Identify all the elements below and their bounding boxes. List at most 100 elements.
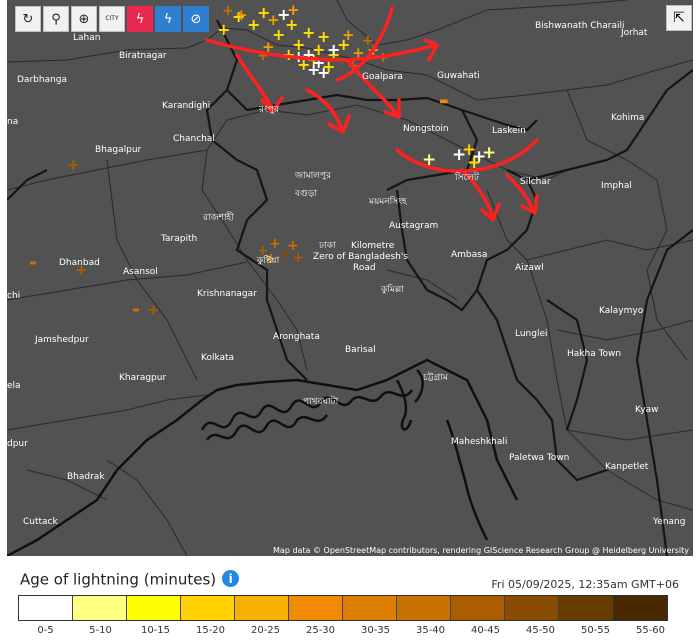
lightning-map[interactable]: + + + + + + + + + + + + + + + + + + + + + + + + + + + + + + + +…: [7, 0, 693, 556]
place-guwahati: Guwahati: [437, 71, 480, 81]
svg-text:▬: ▬: [132, 305, 140, 314]
legend-label-20-25: 20-25: [250, 625, 281, 636]
legend-swatch-45-50: [505, 596, 559, 620]
svg-text:+: +: [235, 6, 248, 24]
svg-text:+: +: [267, 11, 280, 29]
legend-swatch-0-5: [19, 596, 73, 620]
place-asansol: Asansol: [123, 267, 158, 277]
place-comilla: কুমিল্লা: [380, 284, 404, 295]
svg-text:+: +: [342, 26, 355, 44]
legend-title-text: Age of lightning (minutes): [20, 570, 217, 589]
place-laskein: Laskein: [492, 126, 526, 136]
legend-label-10-15: 10-15: [140, 625, 171, 636]
svg-text:+: +: [317, 63, 330, 82]
locate-button[interactable]: ⚲: [43, 6, 69, 32]
place-ambasa: Ambasa: [451, 250, 487, 260]
place-dpur: dpur: [7, 439, 28, 449]
legend-swatch-25-30: [289, 596, 343, 620]
svg-text:+: +: [327, 40, 340, 59]
timestamp: Fri 05/09/2025, 12:35am GMT+06: [491, 578, 679, 591]
legend-swatch-35-40: [397, 596, 451, 620]
place-goalpara: Goalpara: [362, 72, 403, 82]
place-chanchal: Chanchal: [173, 134, 215, 144]
share-icon: ⇱: [673, 10, 685, 26]
place-biratnagar: Biratnagar: [119, 51, 167, 61]
legend-swatch-5-10: [73, 596, 127, 620]
city-label: CITY: [105, 15, 119, 22]
place-dhanbad: Dhanbad: [59, 258, 100, 268]
svg-text:+: +: [217, 20, 230, 39]
place-krishnanagar: Krishnanagar: [197, 289, 257, 299]
place-paletwa: Paletwa Town: [509, 453, 569, 463]
place-na: na: [7, 117, 18, 127]
svg-text:▬: ▬: [439, 96, 448, 107]
share-button[interactable]: ⇱: [666, 5, 692, 31]
legend-label-0-5: 0-5: [37, 625, 54, 636]
place-sylhet: সিলেট: [454, 171, 480, 183]
place-tarapith: Tarapith: [160, 234, 197, 244]
place-rajshahi: রাজশাহী: [202, 211, 234, 223]
svg-text:+: +: [287, 1, 300, 19]
place-ela: ela: [7, 381, 21, 391]
place-karandighi: Karandighi: [162, 101, 210, 111]
place-lunglei: Lunglei: [515, 329, 548, 339]
legend-swatch-30-35: [343, 596, 397, 620]
place-chi: chi: [7, 291, 20, 301]
place-darbhanga: Darbhanga: [17, 75, 67, 85]
map-pin-icon: ⚲: [51, 11, 61, 27]
place-cuttack: Cuttack: [23, 517, 59, 527]
legend-title: Age of lightning (minutes) i: [20, 570, 240, 589]
magnifier-icon: ⊕: [78, 11, 90, 27]
map-toolbar: ↻ ⚲ ⊕ CITY ϟ ϟ ⊘: [15, 6, 209, 32]
place-bhadrak: Bhadrak: [67, 472, 105, 482]
place-aronghata: Aronghata: [273, 332, 320, 342]
map-canvas: ++ ++ ++++ ++++ + +++ ++++ +++ + +++ +++ ++…: [7, 0, 693, 556]
legend-swatch-10-15: [127, 596, 181, 620]
place-zero-3: Road: [353, 263, 376, 273]
legend-swatch-55-60: [613, 596, 667, 620]
svg-text:+: +: [482, 143, 496, 163]
place-dhaka: ঢাকা: [318, 241, 336, 251]
legend-swatch-40-45: [451, 596, 505, 620]
legend-label-5-10: 5-10: [89, 625, 112, 636]
place-kalaymyo: Kalaymyo: [599, 306, 644, 316]
refresh-icon: ↻: [22, 11, 34, 27]
place-zero-2: Zero of Bangladesh's: [313, 252, 408, 262]
place-bogura: বগুড়া: [294, 189, 317, 199]
strike-icon: ϟ: [163, 11, 173, 27]
city-toggle-button[interactable]: CITY: [99, 6, 125, 32]
zoom-button[interactable]: ⊕: [71, 6, 97, 32]
legend-label-55-60: 55-60: [635, 625, 666, 636]
refresh-button[interactable]: ↻: [15, 6, 41, 32]
place-kohima: Kohima: [611, 113, 644, 123]
svg-text:+: +: [67, 156, 80, 174]
age-scale-labels: 0-5 5-10 10-15 15-20 20-25 25-30 30-35 35-40 40-…: [18, 625, 678, 636]
legend-label-30-35: 30-35: [360, 625, 391, 636]
satellite-icon: ⊘: [190, 11, 202, 27]
place-kushtia: কুষ্টিয়া: [256, 255, 280, 266]
place-aizawl: Aizawl: [515, 263, 544, 273]
place-zero-1: Kilometre: [351, 241, 395, 251]
place-kanpetlet: Kanpetlet: [605, 462, 649, 472]
svg-text:+: +: [362, 33, 374, 49]
place-jamshedpur: Jamshedpur: [34, 335, 89, 345]
strike-layer-button[interactable]: ϟ: [155, 6, 181, 32]
place-silchar: Silchar: [520, 177, 551, 187]
place-jamalpur: জামালপুর: [294, 171, 332, 181]
place-bishwanath: Bishwanath Charaili: [535, 21, 624, 31]
svg-text:+: +: [147, 301, 160, 319]
info-icon[interactable]: i: [222, 570, 240, 587]
satellite-layer-button[interactable]: ⊘: [183, 6, 209, 32]
place-bhagalpur: Bhagalpur: [95, 145, 142, 155]
place-maheshkhali: Maheshkhali: [451, 437, 507, 447]
lightning-layer-button[interactable]: ϟ: [127, 6, 153, 32]
legend-label-50-55: 50-55: [580, 625, 611, 636]
place-mymensingh: ময়মনসিংহ: [368, 196, 408, 207]
svg-text:+: +: [257, 48, 269, 64]
place-kolkata: Kolkata: [201, 353, 234, 363]
svg-text:+: +: [222, 3, 234, 19]
legend-swatch-20-25: [235, 596, 289, 620]
place-nongstoin: Nongstoin: [403, 124, 449, 134]
svg-text:▬: ▬: [29, 258, 37, 267]
legend-swatch-15-20: [181, 596, 235, 620]
